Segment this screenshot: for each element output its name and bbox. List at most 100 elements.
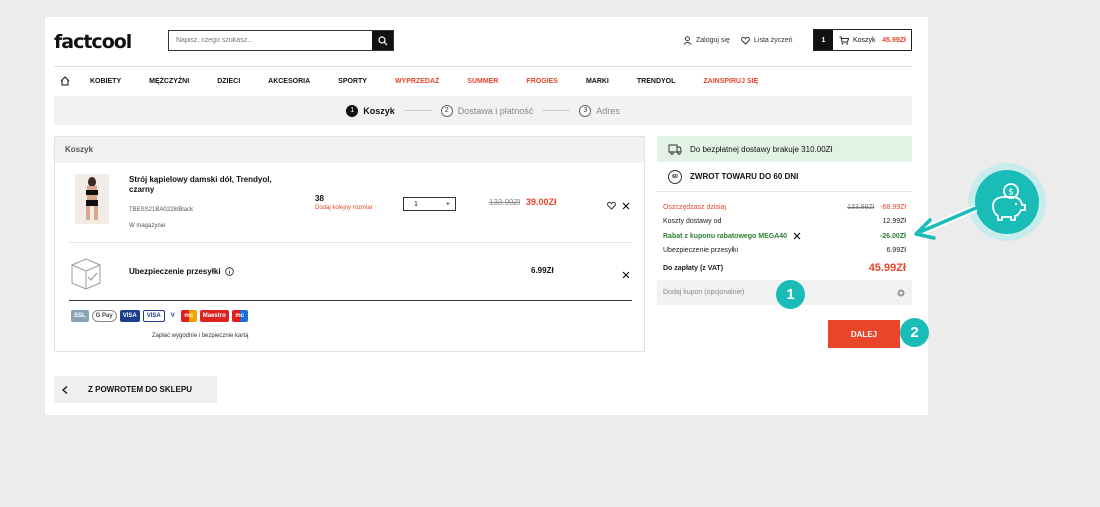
- back-to-shop-button[interactable]: Z POWROTEM DO SKLEPU: [54, 376, 217, 403]
- cart-label: Koszyk: [853, 36, 876, 44]
- step-cart: 1 Koszyk: [346, 104, 395, 117]
- return-policy-text: ZWROT TOWARU DO 60 DNI: [690, 172, 799, 181]
- insurance-summary-row: Ubezpieczenie przesyłki 6.99Zł: [663, 244, 906, 259]
- nav-item-marki[interactable]: MARKI: [586, 78, 609, 85]
- product-sku: TBESS21BA0228/Black: [129, 207, 194, 213]
- coupon-placeholder: Dodaj kupon (opcjonalnie): [663, 289, 745, 296]
- cart-total: 45.99Zł: [882, 36, 906, 44]
- nav-item-summer[interactable]: SUMMER: [467, 78, 498, 85]
- step-label: Adres: [596, 105, 620, 116]
- truck-icon: [668, 144, 682, 155]
- step-divider: [542, 110, 571, 111]
- main-nav: KOBIETY MĘŻCZYŹNI DZIECI AKCESORIA SPORT…: [54, 69, 912, 94]
- search-bar: [168, 30, 394, 51]
- insurance-summary-label: Ubezpieczenie przesyłki: [663, 247, 739, 255]
- remove-coupon-button[interactable]: [793, 232, 801, 240]
- heart-icon: [741, 36, 750, 45]
- header-divider: [54, 66, 912, 67]
- step-number: 2: [440, 104, 453, 117]
- package-icon: [69, 255, 103, 296]
- total-label: Do zapłaty (z VAT): [663, 264, 724, 272]
- step-delivery: 2 Dostawa i płatność: [440, 104, 534, 117]
- step-label: Koszyk: [363, 105, 395, 116]
- maestro-badge: Maestro: [199, 310, 229, 322]
- logo[interactable]: factcool: [54, 31, 132, 53]
- cart-label-wrap: Koszyk: [839, 36, 876, 45]
- add-to-wishlist-button[interactable]: [607, 197, 616, 215]
- checkout-steps: 1 Koszyk 2 Dostawa i płatność 3 Adres: [54, 96, 912, 125]
- visa-badge: VISA: [119, 310, 140, 322]
- summary-rows: Oszczędzasz dzisiaj 133.99Zł -68.99Zł Ko…: [657, 192, 912, 278]
- nav-item-wyprzedaz[interactable]: WYPRZEDAŻ: [395, 78, 439, 85]
- next-button[interactable]: DALEJ: [828, 320, 900, 348]
- nav-item-zainspiruj[interactable]: ZAINSPIRUJ SIĘ: [703, 78, 758, 85]
- close-icon: [793, 232, 801, 240]
- product-size: 38: [315, 194, 324, 203]
- quantity-value: 1: [414, 200, 418, 208]
- piggy-bank-icon: $: [992, 183, 1026, 221]
- remove-product-button[interactable]: [622, 197, 630, 215]
- nav-item-trendyol[interactable]: TRENDYOL: [637, 78, 676, 85]
- free-shipping-text: Do bezpłatnej dostawy brakuje 310.00Zł: [690, 144, 833, 154]
- search-input[interactable]: [169, 31, 372, 50]
- quantity-stepper[interactable]: 1 +: [403, 197, 456, 211]
- shipping-row: Koszty dostawy od 12.99Zł: [663, 215, 906, 230]
- nav-item-mezczyzni[interactable]: MĘŻCZYŹNI: [149, 78, 189, 85]
- nav-item-dzieci[interactable]: DZIECI: [217, 78, 240, 85]
- free-shipping-banner: Do bezpłatnej dostawy brakuje 310.00Zł: [657, 136, 912, 162]
- coupon-discount-value: -26.00Zł: [879, 232, 906, 240]
- wishlist-label: Lista życzeń: [754, 37, 793, 44]
- annotation-badge-2: 2: [900, 318, 929, 347]
- nav-item-kobiety[interactable]: KOBIETY: [90, 78, 121, 85]
- back-label: Z POWROTEM DO SKLEPU: [88, 385, 192, 394]
- user-icon: [683, 36, 692, 45]
- cart-count: 1: [814, 30, 833, 50]
- insurance-summary-value: 6.99Zł: [886, 247, 906, 255]
- vpay-badge: V: [167, 310, 178, 322]
- nav-item-akcesoria[interactable]: AKCESORIA: [268, 78, 310, 85]
- savings-label: Oszczędzasz dzisiaj: [663, 203, 727, 211]
- return-60-icon: 60: [668, 169, 682, 184]
- nav-item-frogies[interactable]: FROGIES: [526, 78, 558, 85]
- search-button[interactable]: [372, 31, 393, 50]
- nav-item-sporty[interactable]: SPORTY: [338, 78, 367, 85]
- step-address: 3 Adres: [579, 104, 620, 117]
- savings-row: Oszczędzasz dzisiaj 133.99Zł -68.99Zł: [663, 200, 906, 215]
- insurance-row: Ubezpieczenie przesyłki: [129, 267, 234, 276]
- ssl-badge: SSL: [71, 310, 89, 322]
- product-stock: W magazynie: [129, 223, 166, 229]
- add-size-link[interactable]: Dodaj kolejny rozmiar: [315, 205, 373, 211]
- visa-electron-badge: VISA: [142, 310, 165, 322]
- step-number: 3: [579, 104, 592, 117]
- product-old-price: 133.99Zł: [489, 198, 521, 207]
- product-image[interactable]: [75, 174, 109, 224]
- savings-value: -68.99Zł: [880, 203, 906, 211]
- annotation-arrow: [914, 204, 978, 240]
- gear-icon: [897, 289, 905, 296]
- search-icon: [377, 35, 387, 45]
- step-divider: [403, 110, 432, 111]
- shipping-value: 12.99Zł: [882, 218, 906, 226]
- home-link[interactable]: [54, 75, 76, 88]
- insurance-label: Ubezpieczenie przesyłki: [129, 267, 221, 276]
- annotation-badge-1: 1: [776, 280, 805, 309]
- payment-note: Zapłać wygodnie i bezpiecznie kartą: [152, 333, 249, 339]
- svg-text:$: $: [1008, 188, 1014, 198]
- remove-insurance-button[interactable]: [622, 266, 630, 284]
- wishlist-link[interactable]: Lista życzeń: [741, 36, 793, 45]
- close-icon: [622, 271, 630, 279]
- cart-button[interactable]: 1 Koszyk 45.99Zł: [813, 29, 912, 51]
- product-price: 39.00Zł: [526, 197, 557, 207]
- shipping-label: Koszty dostawy od: [663, 218, 722, 226]
- step-label: Dostawa i płatność: [457, 105, 534, 116]
- payment-methods: SSL G Pay VISA VISA V mc Maestro mc: [71, 310, 248, 322]
- login-link[interactable]: Zaloguj się: [683, 36, 730, 45]
- home-icon: [60, 75, 70, 85]
- maestro-card-badge: mc: [231, 310, 248, 322]
- step-number: 1: [346, 104, 359, 117]
- quantity-plus-button[interactable]: +: [446, 201, 450, 208]
- product-name[interactable]: Strój kąpielowy damski dół, Trendyol, cz…: [129, 175, 289, 195]
- insurance-price: 6.99Zł: [531, 266, 554, 275]
- cart-icon: [839, 36, 849, 45]
- total-row: Do zapłaty (z VAT) 45.99Zł: [663, 258, 906, 278]
